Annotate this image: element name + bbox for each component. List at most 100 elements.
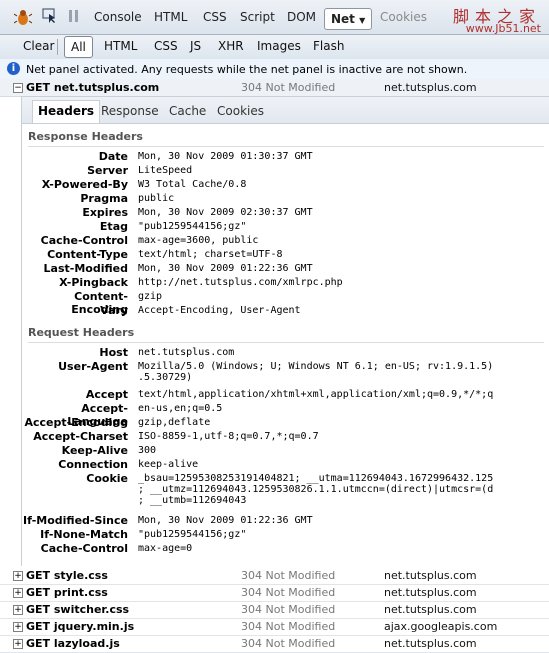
header-value: http://net.tutsplus.com/xmlrpc.php bbox=[138, 277, 343, 288]
tab-css[interactable]: CSS bbox=[203, 10, 227, 24]
header-name: X-Pingback bbox=[59, 276, 128, 289]
request-status: 304 Not Modified bbox=[241, 620, 336, 633]
tab-script[interactable]: Script bbox=[240, 10, 275, 24]
filter-js[interactable]: JS bbox=[190, 39, 201, 53]
request-url: GET switcher.css bbox=[26, 603, 130, 616]
filter-css[interactable]: CSS bbox=[154, 39, 178, 53]
expand-icon[interactable]: + bbox=[13, 622, 23, 632]
header-name: Vary bbox=[100, 304, 128, 317]
header-name: Server bbox=[87, 164, 128, 177]
detail-tabs: Headers Response Cache Cookies bbox=[22, 97, 549, 124]
header-value: Mon, 30 Nov 2009 01:22:36 GMT bbox=[138, 515, 313, 526]
request-url: GET style.css bbox=[26, 569, 108, 582]
firebug-bug-icon[interactable] bbox=[13, 8, 33, 26]
header-name: Cache-Control bbox=[40, 542, 128, 555]
header-value: Mozilla/5.0 (Windows; U; Windows NT 6.1;… bbox=[138, 361, 494, 383]
firebug-toolbar: Console HTML CSS Script DOM Net ▼ Cookie… bbox=[0, 0, 549, 35]
header-value: keep-alive bbox=[138, 459, 199, 470]
request-headers-title: Request Headers bbox=[28, 326, 135, 339]
info-bar: i Net panel activated. Any requests whil… bbox=[0, 59, 549, 80]
header-value: en-us,en;q=0.5 bbox=[138, 403, 223, 414]
header-name: Date bbox=[98, 150, 128, 163]
header-name: Accept-Encoding bbox=[24, 416, 129, 429]
request-domain: net.tutsplus.com bbox=[384, 586, 477, 599]
section-divider bbox=[28, 342, 544, 343]
filter-xhr[interactable]: XHR bbox=[218, 39, 244, 53]
expand-icon[interactable]: + bbox=[13, 639, 23, 649]
expand-icon[interactable]: + bbox=[13, 588, 23, 598]
header-value: 300 bbox=[138, 445, 157, 456]
header-value: LiteSpeed bbox=[138, 165, 193, 176]
request-url: GET net.tutsplus.com bbox=[26, 81, 160, 94]
tab-dom[interactable]: DOM bbox=[287, 10, 316, 24]
header-name: Cache-Control bbox=[40, 234, 128, 247]
filter-all[interactable]: All bbox=[64, 36, 93, 58]
inspect-icon[interactable] bbox=[42, 8, 58, 26]
header-value: W3 Total Cache/0.8 bbox=[138, 179, 247, 190]
request-detail-panel: Headers Response Cache Cookies Response … bbox=[21, 96, 549, 566]
header-value: gzip bbox=[138, 291, 163, 302]
chevron-down-icon: ▼ bbox=[359, 16, 366, 25]
expand-icon[interactable]: + bbox=[13, 605, 23, 615]
header-value: text/html,application/xhtml+xml,applicat… bbox=[138, 389, 494, 400]
request-row[interactable]: + GET jquery.min.js 304 Not Modified ajax.g… bbox=[0, 618, 549, 636]
pause-icon[interactable] bbox=[68, 8, 80, 26]
header-value: "pub1259544156;gz" bbox=[138, 529, 247, 540]
header-name: Connection bbox=[58, 458, 128, 471]
section-divider bbox=[28, 146, 544, 147]
detail-tab-cookies[interactable]: Cookies bbox=[217, 104, 264, 118]
detail-tab-cache[interactable]: Cache bbox=[169, 104, 206, 118]
header-name: Last-Modified bbox=[43, 262, 128, 275]
header-value: net.tutsplus.com bbox=[138, 347, 235, 358]
header-name: Host bbox=[99, 346, 128, 359]
detail-tab-response[interactable]: Response bbox=[101, 104, 159, 118]
filter-html[interactable]: HTML bbox=[104, 39, 137, 53]
request-url: GET print.css bbox=[26, 586, 108, 599]
request-domain: net.tutsplus.com bbox=[384, 637, 477, 650]
header-value: gzip,deflate bbox=[138, 417, 211, 428]
tab-net-label: Net bbox=[331, 12, 355, 26]
header-value: public bbox=[138, 193, 175, 204]
info-icon: i bbox=[7, 62, 20, 75]
header-name: Content-Type bbox=[47, 248, 128, 261]
tab-net[interactable]: Net ▼ bbox=[324, 8, 373, 30]
header-value: max-age=3600, public bbox=[138, 235, 259, 246]
request-row[interactable]: + GET print.css 304 Not Modified net.tutspl… bbox=[0, 584, 549, 602]
request-row[interactable]: + GET lazyload.js 304 Not Modified net.tuts… bbox=[0, 635, 549, 653]
header-value: Mon, 30 Nov 2009 01:22:36 GMT bbox=[138, 263, 313, 274]
header-name: Pragma bbox=[80, 192, 128, 205]
header-value: max-age=0 bbox=[138, 543, 193, 554]
request-row[interactable]: + GET switcher.css 304 Not Modified net.tut… bbox=[0, 601, 549, 619]
request-domain: net.tutsplus.com bbox=[384, 569, 477, 582]
tab-html[interactable]: HTML bbox=[154, 10, 187, 24]
header-value: "pub1259544156;gz" bbox=[138, 221, 247, 232]
request-domain: net.tutsplus.com bbox=[384, 81, 477, 94]
filter-flash[interactable]: Flash bbox=[313, 39, 344, 53]
header-name: Etag bbox=[99, 220, 128, 233]
header-name: X-Powered-By bbox=[41, 178, 128, 191]
request-row[interactable]: + GET style.css 304 Not Modified net.tutspl… bbox=[0, 567, 549, 585]
header-value: text/html; charset=UTF-8 bbox=[138, 249, 283, 260]
header-name: Accept-Charset bbox=[33, 430, 128, 443]
filter-divider bbox=[57, 39, 58, 55]
request-status: 304 Not Modified bbox=[241, 586, 336, 599]
header-name: If-Modified-Since bbox=[23, 514, 128, 527]
header-name: Accept bbox=[85, 388, 128, 401]
request-row-main[interactable]: − GET net.tutsplus.com 304 Not Modified … bbox=[0, 79, 549, 97]
header-name: Keep-Alive bbox=[61, 444, 128, 457]
clear-button[interactable]: Clear bbox=[23, 39, 54, 53]
response-headers-title: Response Headers bbox=[28, 130, 143, 143]
header-name: Expires bbox=[82, 206, 128, 219]
filter-images[interactable]: Images bbox=[257, 39, 301, 53]
collapse-icon[interactable]: − bbox=[13, 83, 23, 93]
info-text: Net panel activated. Any requests while … bbox=[26, 63, 468, 76]
tab-cookies[interactable]: Cookies bbox=[380, 10, 427, 24]
expand-icon[interactable]: + bbox=[13, 571, 23, 581]
detail-tab-headers[interactable]: Headers bbox=[32, 100, 101, 123]
net-filter-bar: Clear All HTML CSS JS XHR Images Flash bbox=[0, 35, 549, 60]
tab-console[interactable]: Console bbox=[94, 10, 142, 24]
request-status: 304 Not Modified bbox=[241, 569, 336, 582]
request-status: 304 Not Modified bbox=[241, 81, 336, 94]
header-value: Accept-Encoding, User-Agent bbox=[138, 305, 301, 316]
header-value: Mon, 30 Nov 2009 01:30:37 GMT bbox=[138, 151, 313, 162]
